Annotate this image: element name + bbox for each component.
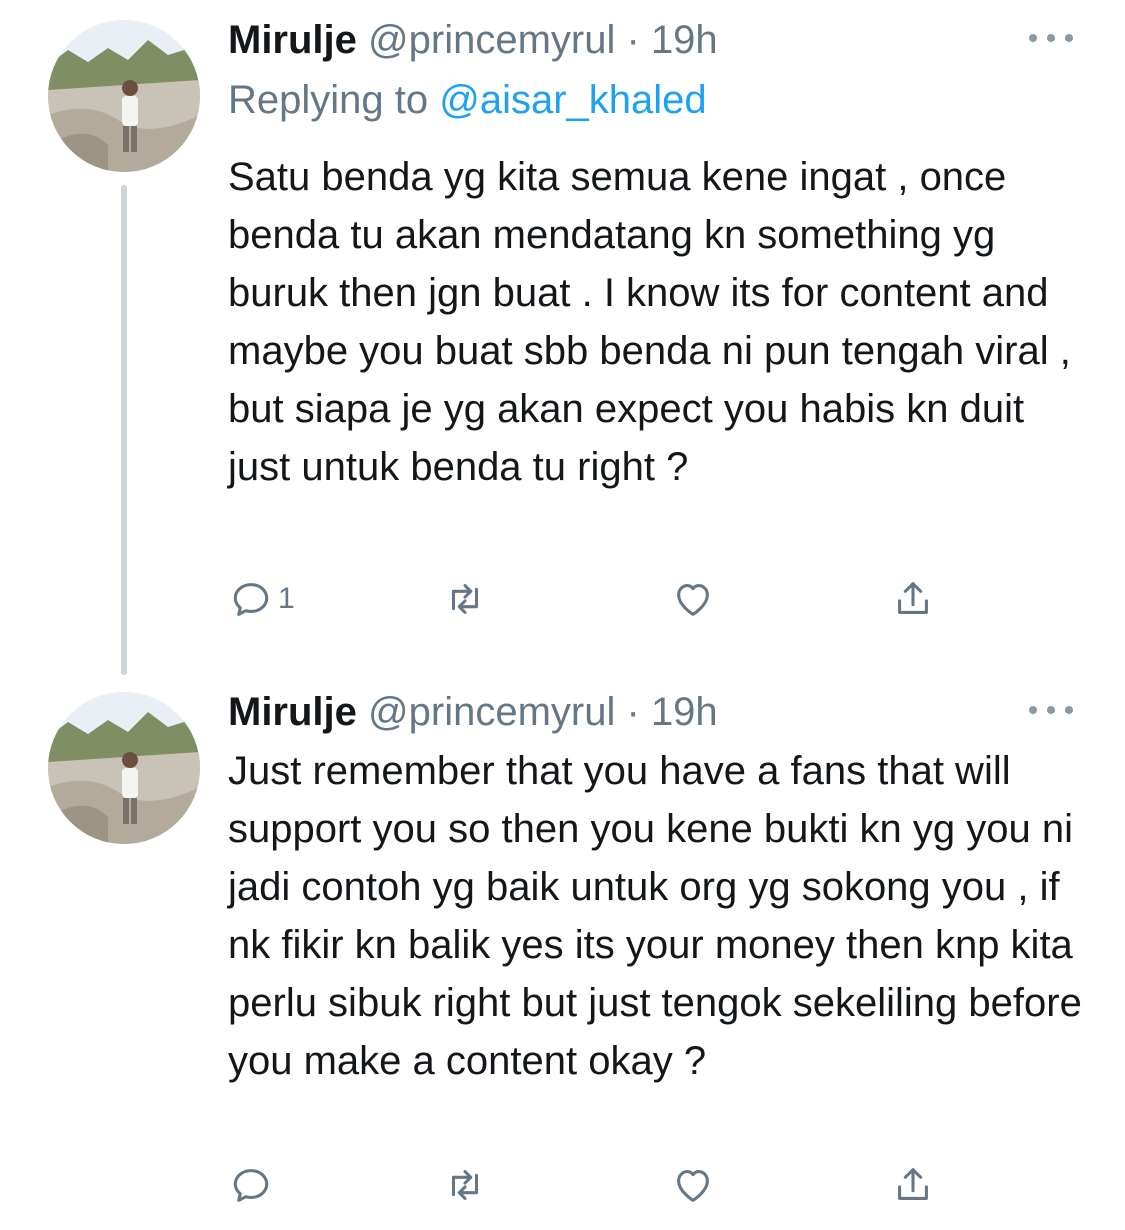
tweet-actions: 1: [228, 574, 958, 624]
like-icon: [677, 584, 709, 616]
timestamp[interactable]: 19h: [651, 690, 718, 734]
tweet[interactable]: Mirulje @princemyrul · 19h Just remember…: [0, 672, 1125, 1230]
display-name[interactable]: Mirulje: [228, 18, 357, 62]
username[interactable]: @princemyrul: [368, 690, 615, 734]
reply-count: 1: [278, 582, 295, 615]
tweet-header: Mirulje @princemyrul · 19h: [228, 14, 718, 66]
retweet-button[interactable]: [442, 574, 488, 624]
tweet[interactable]: Mirulje @princemyrul · 19h Replying to @…: [0, 0, 1125, 675]
like-button[interactable]: [670, 574, 716, 624]
separator-dot: ·: [626, 18, 640, 62]
avatar-photo: [48, 20, 200, 172]
retweet-icon: [451, 1170, 479, 1200]
reply-icon: [233, 583, 269, 616]
tweet-text: Satu benda yg kita semua kene ingat , on…: [228, 155, 1071, 489]
retweet-button[interactable]: [442, 1160, 488, 1210]
tweet-header: Mirulje @princemyrul · 19h: [228, 686, 718, 738]
tweet-thread: Mirulje @princemyrul · 19h Replying to @…: [0, 0, 1125, 1230]
reply-button[interactable]: [228, 1160, 274, 1210]
separator-dot: ·: [626, 690, 640, 734]
replying-to-label: Replying to: [228, 78, 429, 122]
avatar-photo: [48, 692, 200, 844]
display-name[interactable]: Mirulje: [228, 690, 357, 734]
more-icon[interactable]: [1029, 28, 1073, 48]
thread-connector-line: [121, 185, 127, 675]
tweet-text: Just remember that you have a fans that …: [228, 749, 1082, 1083]
like-icon: [677, 1170, 709, 1202]
tweet-actions: [228, 1160, 958, 1210]
share-icon: [898, 1168, 928, 1200]
share-icon: [898, 582, 928, 614]
like-button[interactable]: [670, 1160, 716, 1210]
share-button[interactable]: [890, 1160, 936, 1210]
avatar[interactable]: [48, 692, 200, 844]
more-icon[interactable]: [1029, 700, 1073, 720]
retweet-icon: [451, 584, 479, 614]
avatar[interactable]: [48, 20, 200, 172]
reply-icon: [233, 1169, 269, 1202]
replying-to: Replying to @aisar_khaled: [228, 74, 707, 126]
reply-button[interactable]: 1: [228, 574, 295, 624]
share-button[interactable]: [890, 574, 936, 624]
username[interactable]: @princemyrul: [368, 18, 615, 62]
timestamp[interactable]: 19h: [651, 18, 718, 62]
replying-to-mention[interactable]: @aisar_khaled: [439, 78, 706, 122]
